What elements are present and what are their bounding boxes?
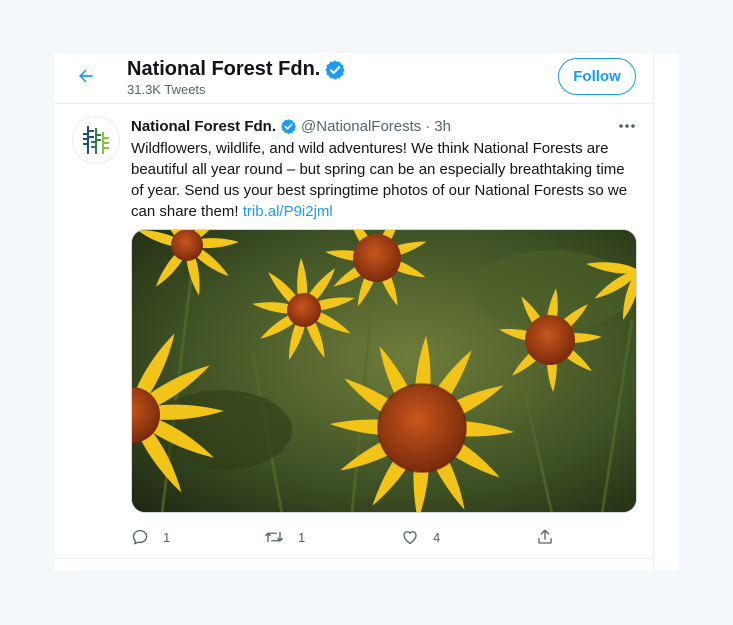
forest-logo-icon xyxy=(83,126,109,154)
tweet-count: 31.3K Tweets xyxy=(127,82,206,97)
profile-title: National Forest Fdn. xyxy=(127,58,346,81)
divider xyxy=(54,558,653,559)
verified-badge-icon xyxy=(325,59,346,80)
flowers-photo xyxy=(132,230,636,512)
tweet-author-handle[interactable]: @NationalForests xyxy=(301,118,421,135)
retweet-button[interactable]: 1 xyxy=(264,525,305,549)
timeline-column: National Forest Fdn. 31.3K Tweets Follow xyxy=(54,53,654,571)
tweet-header: National Forest Fdn. @NationalForests · … xyxy=(131,116,451,136)
tweet-link[interactable]: trib.al/P9i2jml xyxy=(243,203,333,220)
tweet-body: Wildflowers, wildlife, and wild adventur… xyxy=(131,140,628,220)
more-icon xyxy=(619,124,635,128)
retweet-count: 1 xyxy=(298,529,306,545)
share-button[interactable] xyxy=(536,525,554,549)
verified-badge-icon xyxy=(281,118,297,134)
reply-button[interactable]: 1 xyxy=(131,525,170,549)
reply-count: 1 xyxy=(163,529,171,545)
profile-panel: National Forest Fdn. 31.3K Tweets Follow xyxy=(54,53,679,571)
tweet-timestamp[interactable]: 3h xyxy=(434,118,451,135)
reply-icon xyxy=(132,529,148,545)
back-arrow-icon xyxy=(78,69,93,83)
avatar[interactable] xyxy=(72,116,120,164)
follow-button[interactable]: Follow xyxy=(558,58,636,95)
like-count: 4 xyxy=(433,529,441,545)
tweet-photo[interactable] xyxy=(131,229,637,513)
separator-dot: · xyxy=(425,117,431,135)
tweet-author-name[interactable]: National Forest Fdn. xyxy=(131,118,276,135)
retweet-icon xyxy=(265,531,283,543)
back-button[interactable] xyxy=(71,61,101,91)
profile-header: National Forest Fdn. 31.3K Tweets Follow xyxy=(54,53,653,104)
profile-name: National Forest Fdn. xyxy=(127,58,321,80)
like-icon xyxy=(403,531,417,545)
tweet-actions: 1 1 4 xyxy=(131,525,571,549)
tweet-text: Wildflowers, wildlife, and wild adventur… xyxy=(131,138,631,222)
like-button[interactable]: 4 xyxy=(401,525,440,549)
share-icon xyxy=(538,529,552,544)
more-options-button[interactable] xyxy=(614,116,640,136)
